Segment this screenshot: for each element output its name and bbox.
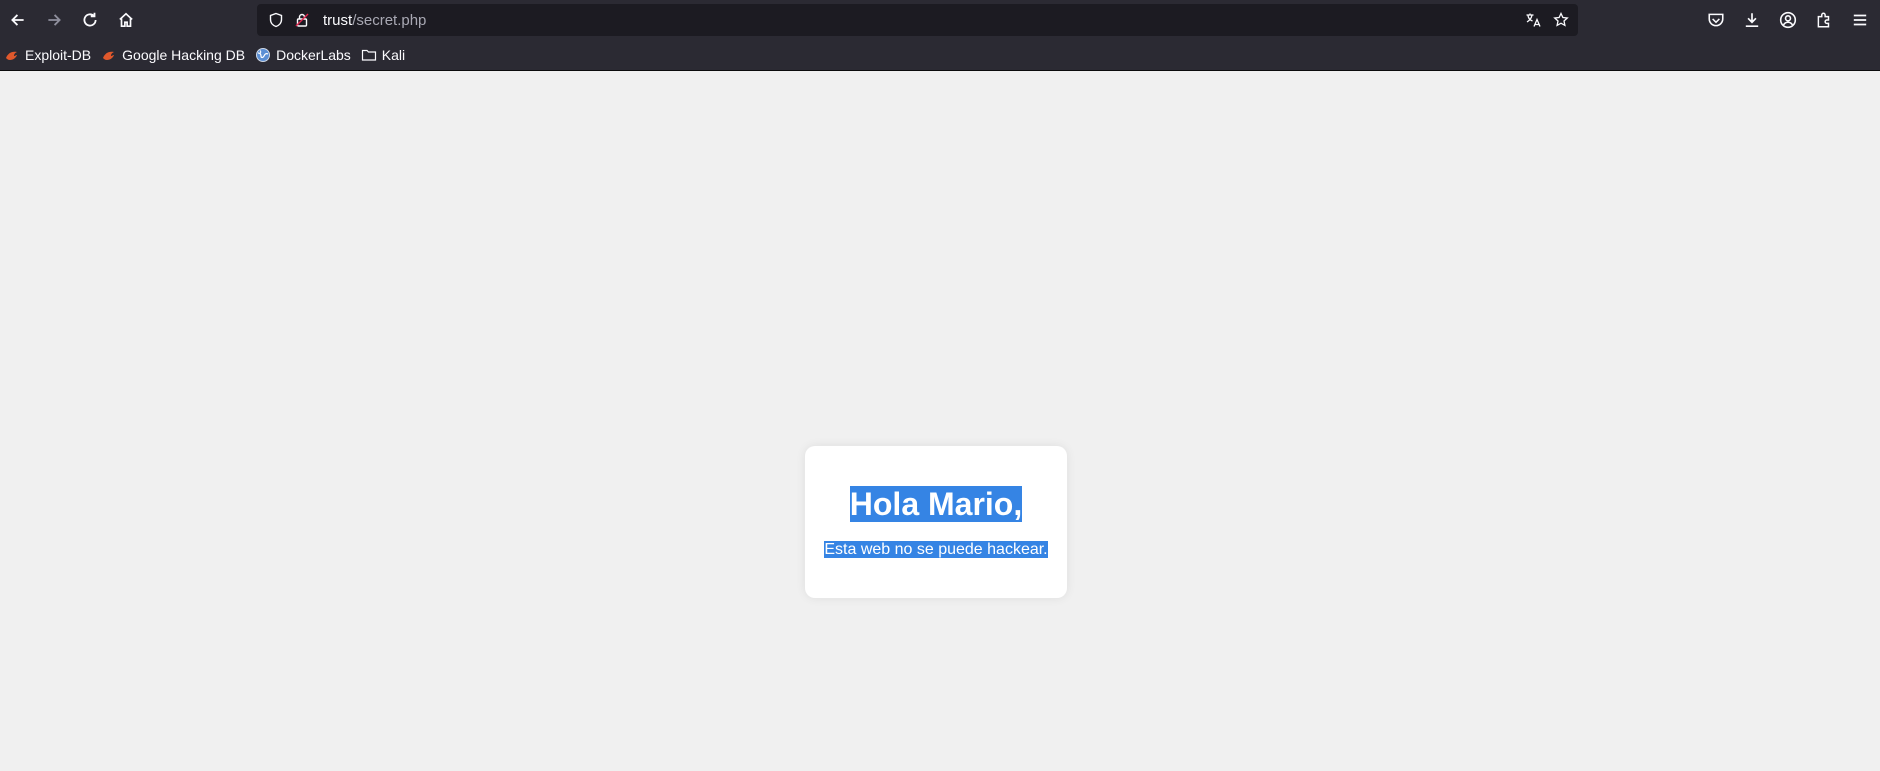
pocket-icon[interactable] — [1698, 2, 1734, 38]
bookmark-google-hacking-db[interactable]: Google Hacking DB — [97, 42, 251, 68]
exploit-db-icon — [101, 47, 117, 63]
url-text[interactable]: trust/secret.php — [323, 12, 426, 29]
message-card: Hola Mario, Esta web no se puede hackear… — [805, 446, 1067, 598]
url-path: /secret.php — [352, 11, 427, 29]
url-bar[interactable]: trust/secret.php — [257, 4, 1578, 36]
bookmark-exploit-db[interactable]: Exploit-DB — [0, 42, 97, 68]
translate-icon[interactable] — [1522, 9, 1544, 31]
account-icon[interactable] — [1770, 2, 1806, 38]
forward-arrow-icon[interactable] — [36, 2, 72, 38]
download-icon[interactable] — [1734, 2, 1770, 38]
folder-icon — [361, 47, 377, 63]
page-content: Hola Mario, Esta web no se puede hackear… — [0, 72, 1880, 771]
exploit-db-icon — [4, 47, 20, 63]
greeting-heading: Hola Mario, — [805, 486, 1067, 522]
message-text: Esta web no se puede hackear. — [824, 541, 1048, 558]
extensions-icon[interactable] — [1806, 2, 1842, 38]
dockerlabs-globe-icon — [255, 47, 271, 63]
greeting-text: Hola Mario, — [849, 486, 1023, 522]
bookmark-folder-kali[interactable]: Kali — [357, 42, 411, 68]
bookmark-label: Exploit-DB — [25, 47, 92, 63]
bookmark-label: Google Hacking DB — [122, 47, 246, 63]
bookmarks-toolbar: Exploit-DB Google Hacking DB DockerLabs … — [0, 40, 1880, 71]
browser-toolbar: trust/secret.php — [0, 0, 1880, 40]
reload-icon[interactable] — [72, 2, 108, 38]
back-arrow-icon[interactable] — [0, 2, 36, 38]
message-paragraph: Esta web no se puede hackear. — [805, 540, 1067, 560]
star-icon[interactable] — [1550, 9, 1572, 31]
bookmark-dockerlabs[interactable]: DockerLabs — [251, 42, 357, 68]
url-host: trust — [323, 11, 353, 29]
bookmark-label: DockerLabs — [276, 47, 351, 63]
bookmark-label: Kali — [381, 47, 406, 63]
home-icon[interactable] — [108, 2, 144, 38]
lock-icon[interactable] — [291, 9, 313, 31]
shield-icon[interactable] — [265, 9, 287, 31]
hamburger-menu-icon[interactable] — [1842, 2, 1878, 38]
